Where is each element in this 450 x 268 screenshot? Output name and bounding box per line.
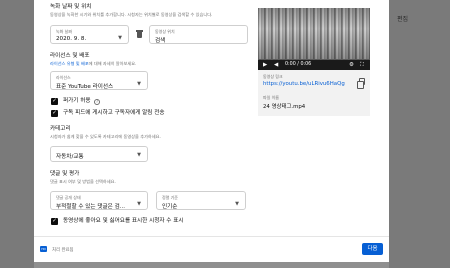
comment-sort-select[interactable]: 정렬 기준 인기순 ▼ xyxy=(156,191,246,210)
category-description: 시청자가 쉽게 찾을 수 있도록 카테고리에 동영상을 추가하세요. xyxy=(50,134,161,139)
recording-date-value: 2020. 9. 8. xyxy=(56,36,87,42)
show-ratings-checkbox[interactable]: ✓ xyxy=(51,218,58,225)
video-info-panel: 동영상 링크 https://youtu.be/uLRivu6HaQg 파일 이… xyxy=(258,70,370,116)
category-select[interactable]: 자동차/교통 ▼ xyxy=(50,146,148,162)
license-value: 표준 YouTube 라이선스 xyxy=(56,84,114,90)
chevron-down-icon: ▼ xyxy=(137,201,141,207)
comment-visibility-value: 부적절할 수 있는 댓글은 검... xyxy=(56,204,126,210)
backdrop-left xyxy=(0,0,34,268)
hd-badge: HD xyxy=(40,246,47,252)
backdrop-right: 편집 xyxy=(389,0,450,268)
license-select[interactable]: 라이선스 표준 YouTube 라이선스 ▼ xyxy=(50,71,148,90)
trash-icon[interactable] xyxy=(136,30,143,38)
copy-icon[interactable] xyxy=(357,78,365,89)
category-value: 자동차/교통 xyxy=(56,154,84,160)
comment-visibility-label: 댓글 공개 상태 xyxy=(56,195,81,200)
volume-icon[interactable]: ◀ xyxy=(274,61,278,69)
license-description-rest: 에 대해 자세히 알아보세요. xyxy=(88,61,137,66)
gear-icon[interactable]: ⚙ xyxy=(349,61,354,69)
notify-subscribers-checkbox[interactable]: ✓ xyxy=(51,110,58,117)
comment-visibility-select[interactable]: 댓글 공개 상태 부적절할 수 있는 댓글은 검... ▼ xyxy=(50,191,148,210)
video-time: 0:00 / 0:06 xyxy=(285,62,312,67)
video-location-field[interactable]: 동영상 위치 검색 xyxy=(149,25,248,44)
embed-checkbox[interactable]: ✓ xyxy=(51,98,58,105)
chevron-down-icon: ▼ xyxy=(118,35,122,41)
video-location-label: 동영상 위치 xyxy=(155,29,175,34)
show-ratings-label: 동영상에 좋아요 및 싫어요를 표시한 시청자 수 표시 xyxy=(63,218,184,224)
recording-heading: 녹화 날짜 및 위치 xyxy=(50,4,92,10)
filename-value: 24 영상태그.mp4 xyxy=(263,104,306,110)
video-details-dialog: 녹화 날짜 및 위치 동영상을 녹화한 시기와 위치를 추가합니다. 시청자는 … xyxy=(34,0,389,262)
notify-subscribers-label: 구독 피드에 게시하고 구독자에게 알림 전송 xyxy=(63,110,165,116)
next-button[interactable]: 다음 xyxy=(362,243,383,255)
recording-date-label: 녹화 날짜 xyxy=(56,29,72,34)
comment-sort-value: 인기순 xyxy=(162,204,178,210)
help-icon[interactable]: ? xyxy=(94,99,100,105)
comments-description: 댓글 표시 여부 및 방법을 선택하세요. xyxy=(50,179,116,184)
processing-status: 처리 완료됨 xyxy=(52,248,74,253)
license-description: 라이선스 유형 및 배포에 대해 자세히 알아보세요. xyxy=(50,61,137,66)
video-location-value: 검색 xyxy=(155,38,166,44)
license-heading: 라이선스 및 배포 xyxy=(50,53,90,59)
recording-date-field[interactable]: 녹화 날짜 2020. 9. 8. ▼ xyxy=(50,25,129,44)
video-preview[interactable]: ▶ ◀ 0:00 / 0:06 ⚙ ⛶ xyxy=(258,8,370,70)
license-learn-more-link[interactable]: 라이선스 유형 및 배포 xyxy=(50,61,89,66)
fullscreen-icon[interactable]: ⛶ xyxy=(360,61,364,69)
backdrop-bottom xyxy=(0,262,450,268)
chevron-down-icon: ▼ xyxy=(235,201,239,207)
video-link[interactable]: https://youtu.be/uLRivu6HaQg xyxy=(263,81,345,87)
filename-label: 파일 이름 xyxy=(263,95,279,100)
chevron-down-icon: ▼ xyxy=(137,152,141,158)
video-controls: ▶ ◀ 0:00 / 0:06 ⚙ ⛶ xyxy=(258,60,370,70)
comment-sort-label: 정렬 기준 xyxy=(162,195,178,200)
license-label: 라이선스 xyxy=(56,75,71,80)
dialog-footer: HD 처리 완료됨 다음 xyxy=(34,236,389,262)
recording-description: 동영상을 녹화한 시기와 위치를 추가합니다. 시청자는 위치별로 동영상을 검… xyxy=(50,12,213,17)
backdrop-edit-label: 편집 xyxy=(397,16,409,23)
comments-heading: 댓글 및 평가 xyxy=(50,171,80,177)
embed-checkbox-label: 퍼가기 허용 xyxy=(63,98,91,104)
play-icon[interactable]: ▶ xyxy=(263,61,267,69)
category-heading: 카테고리 xyxy=(50,126,71,132)
video-link-label: 동영상 링크 xyxy=(263,74,283,79)
chevron-down-icon: ▼ xyxy=(137,81,141,87)
